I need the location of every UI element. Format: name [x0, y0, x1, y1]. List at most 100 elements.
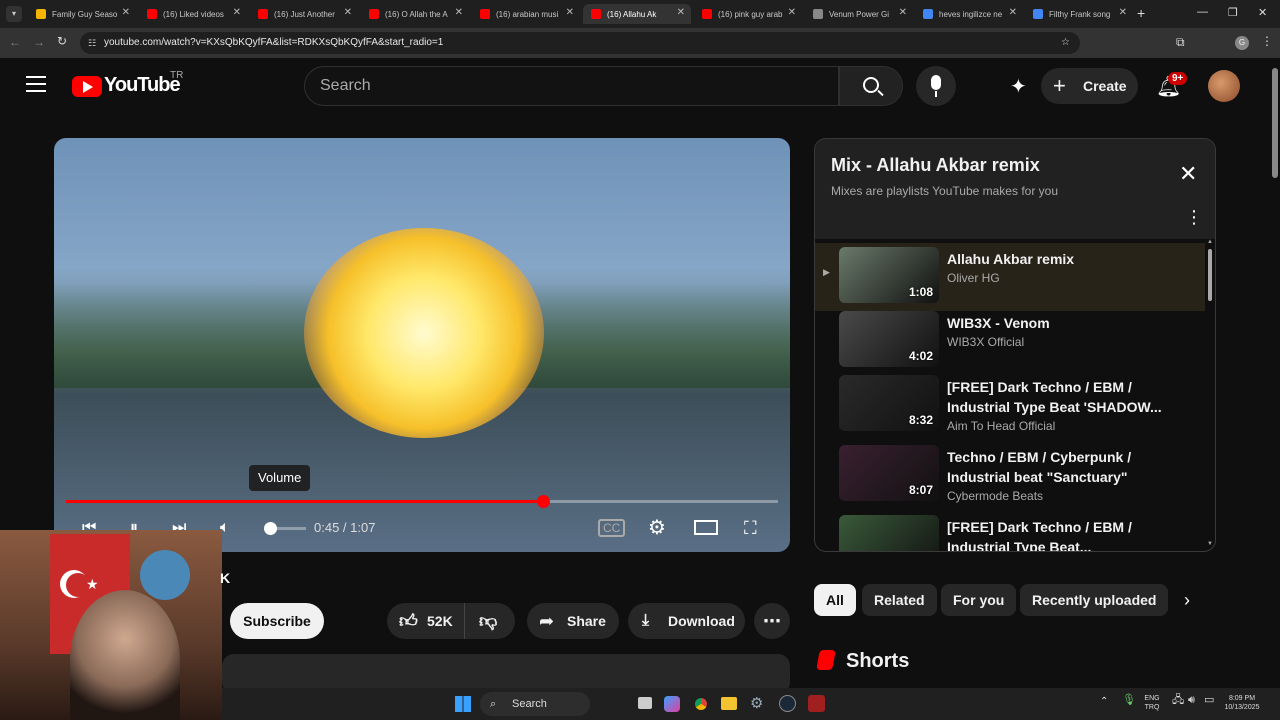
user-avatar[interactable] — [1208, 70, 1240, 102]
video-thumbnail[interactable]: 8:07 — [839, 445, 939, 501]
tab-close-icon[interactable]: ✕ — [788, 7, 796, 18]
browser-tab[interactable]: (16) arabian musi ✕ — [472, 4, 580, 24]
tab-close-icon[interactable]: ✕ — [233, 7, 241, 18]
settings-icon[interactable]: ⚙ — [750, 694, 763, 712]
volume-knob[interactable] — [264, 522, 277, 535]
tab-close-icon[interactable]: ✕ — [122, 7, 130, 18]
tab-close-icon[interactable]: ✕ — [899, 7, 907, 18]
browser-tab[interactable]: heves ingilizce ne ✕ — [915, 4, 1023, 24]
tab-favicon-icon — [147, 9, 157, 19]
windows-start-icon[interactable] — [455, 696, 471, 712]
scroll-down-icon[interactable]: ▼ — [1207, 541, 1213, 547]
mix-title: Mix - Allahu Akbar remix — [831, 155, 1040, 175]
playlist-item[interactable]: 8:07 Techno / EBM / Cyberpunk / Industria… — [815, 441, 1205, 509]
subtitles-icon[interactable]: CC — [598, 513, 626, 543]
url-bar[interactable]: ☷ youtube.com/watch?v=KXsQbKQyfFA&list=R… — [80, 32, 1080, 54]
taskbar-search[interactable]: ⌕ Search — [480, 692, 590, 716]
video-thumbnail[interactable]: 4:02 — [839, 311, 939, 367]
chips-next-chevron-icon[interactable]: › — [1184, 590, 1190, 611]
channel-name-fragment[interactable]: K — [220, 570, 230, 586]
back-icon[interactable]: ← — [9, 35, 21, 49]
like-button[interactable]: 👍︎ 52K — [387, 603, 465, 639]
filter-chip[interactable]: Recently uploaded — [1020, 584, 1169, 616]
filter-chip[interactable]: Related — [862, 584, 937, 616]
progress-scrubber[interactable] — [537, 495, 551, 508]
browser-tab[interactable]: Venum Power Gi ✕ — [805, 4, 913, 24]
video-thumbnail[interactable] — [839, 515, 939, 551]
task-view-icon[interactable] — [638, 697, 652, 709]
tray-chevron-icon[interactable]: ⌃ — [1100, 697, 1108, 707]
scroll-up-icon[interactable]: ▲ — [1207, 239, 1213, 245]
network-icon[interactable]: 🖧 — [1172, 695, 1184, 706]
search-button[interactable] — [839, 66, 903, 106]
reload-icon[interactable]: ↻ — [57, 34, 67, 48]
voice-search-button[interactable] — [916, 66, 956, 106]
clock[interactable]: 8:09 PM 10/13/2025 — [1222, 694, 1262, 712]
tab-close-icon[interactable]: ✕ — [1119, 7, 1127, 18]
time-display: 0:45 / 1:07 — [314, 520, 376, 535]
site-info-icon[interactable]: ☷ — [88, 32, 96, 54]
fullscreen-icon[interactable]: ⛶ — [744, 513, 757, 543]
extensions-icon[interactable]: ⧉ — [1176, 35, 1185, 50]
browser-tab[interactable]: (16) pink guy arab ✕ — [694, 4, 802, 24]
video-thumbnail[interactable]: 8:32 — [839, 375, 939, 431]
video-player[interactable]: ⏮ ⏸ ⏭ 🔈︎ 0:45 / 1:07 CC ⚙ ⛶ — [54, 138, 790, 552]
share-label: Share — [567, 613, 606, 629]
close-icon[interactable]: ✕ — [1179, 161, 1197, 187]
page-scrollbar-thumb[interactable] — [1272, 68, 1278, 178]
browser-tab[interactable]: (16) Allahu Ak ✕ — [583, 4, 691, 24]
tab-close-icon[interactable]: ✕ — [344, 7, 352, 18]
browser-tab[interactable]: Family Guy Seaso ✕ — [28, 4, 136, 24]
bookmark-star-icon[interactable]: ☆ — [1061, 32, 1070, 54]
tab-close-icon[interactable]: ✕ — [455, 7, 463, 18]
create-button[interactable]: + Create — [1041, 68, 1138, 104]
battery-icon[interactable]: ▭ — [1204, 695, 1214, 706]
page-scrollbar[interactable] — [1270, 58, 1280, 686]
restore-button[interactable]: ❐ — [1228, 6, 1238, 19]
volume-slider[interactable] — [264, 522, 306, 535]
tab-close-icon[interactable]: ✕ — [566, 7, 574, 18]
copilot-icon[interactable] — [664, 696, 680, 712]
browser-tab[interactable]: Filthy Frank song ✕ — [1025, 4, 1133, 24]
playlist-item[interactable]: ▶ 1:08 Allahu Akbar remix Oliver HG — [815, 243, 1205, 311]
dislike-button[interactable]: 👎︎ — [479, 603, 497, 639]
new-tab-button[interactable]: + — [1137, 5, 1145, 21]
playlist-item[interactable]: 4:02 WIB3X - Venom WIB3X Official — [815, 307, 1205, 375]
browser-menu-icon[interactable]: ⋮ — [1261, 34, 1273, 48]
microphone-icon — [931, 75, 941, 90]
mix-menu-icon[interactable]: ⋮ — [1185, 207, 1203, 228]
search-input[interactable]: Search — [304, 66, 839, 106]
file-explorer-icon[interactable] — [721, 697, 737, 710]
gemini-sparkle-icon[interactable]: ✦ — [1010, 74, 1027, 99]
playlist-item[interactable]: 8:32 [FREE] Dark Techno / EBM / Industria… — [815, 371, 1205, 439]
settings-gear-icon[interactable]: ⚙ — [648, 513, 666, 543]
tab-close-icon[interactable]: ✕ — [1009, 7, 1017, 18]
forward-icon[interactable]: → — [33, 35, 45, 49]
tray-mic-icon[interactable]: 🎙︎ — [1122, 695, 1136, 706]
mix-scrollbar[interactable]: ▲ ▼ — [1207, 239, 1213, 551]
browser-tab[interactable]: (16) Liked videos ✕ — [139, 4, 247, 24]
close-window-button[interactable]: ✕ — [1258, 6, 1267, 19]
hamburger-menu-icon[interactable] — [26, 76, 46, 92]
theater-mode-icon[interactable] — [694, 513, 718, 543]
chrome-icon[interactable] — [692, 695, 710, 713]
download-button[interactable]: ⤓ Download — [628, 603, 745, 639]
subscribe-button[interactable]: Subscribe — [230, 603, 324, 639]
tab-close-icon[interactable]: ✕ — [677, 7, 685, 18]
progress-bar[interactable] — [66, 495, 778, 508]
speaker-icon[interactable]: 🔊︎ — [1188, 695, 1195, 706]
minimize-button[interactable]: — — [1197, 6, 1208, 18]
more-actions-button[interactable]: ⋯ — [754, 603, 790, 639]
language-indicator[interactable]: ENG TRQ — [1142, 694, 1162, 712]
browser-tab[interactable]: (16) O Allah the A ✕ — [361, 4, 469, 24]
profile-icon[interactable]: G — [1235, 36, 1249, 50]
filter-chip[interactable]: All — [814, 584, 856, 616]
share-button[interactable]: ➦ Share — [527, 603, 619, 639]
video-thumbnail[interactable]: 1:08 — [839, 247, 939, 303]
browser-tab[interactable]: (16) Just Another ✕ — [250, 4, 358, 24]
tab-search-dropdown[interactable]: ▾ — [6, 6, 22, 22]
steam-icon[interactable] — [779, 695, 796, 712]
playlist-item[interactable]: [FREE] Dark Techno / EBM / Industrial Ty… — [815, 511, 1205, 551]
app-icon[interactable] — [808, 695, 825, 712]
filter-chip[interactable]: For you — [941, 584, 1017, 616]
